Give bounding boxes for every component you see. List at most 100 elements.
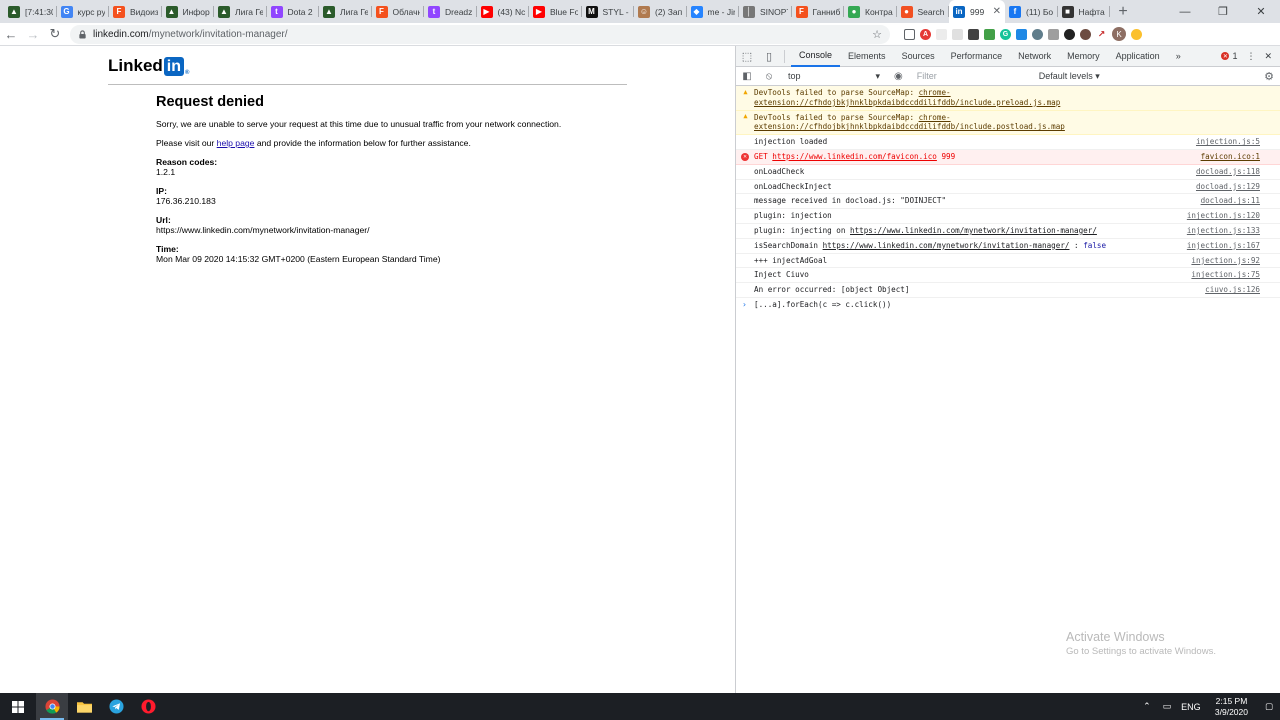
- taskbar-file-explorer[interactable]: [68, 693, 100, 720]
- console-message: ✕ GET https://www.linkedin.com/favicon.ic…: [736, 149, 1280, 165]
- message-link[interactable]: https://www.linkedin.com/mynetwork/invit…: [823, 241, 1070, 250]
- browser-tab[interactable]: F Видоиз: [109, 0, 162, 23]
- message-source-link[interactable]: docload.js:118: [1196, 167, 1260, 177]
- inspect-element-icon[interactable]: ⬚: [736, 50, 758, 63]
- devtools-tab-sources[interactable]: Sources: [894, 46, 943, 67]
- browser-tab[interactable]: │ SINOPT: [739, 0, 792, 23]
- linkedin-logo[interactable]: Linked in ®: [108, 56, 189, 76]
- address-bar[interactable]: linkedin.com/mynetwork/invitation-manage…: [70, 24, 890, 44]
- eye-extension-icon[interactable]: [1064, 28, 1075, 40]
- devtools-tab-console[interactable]: Console: [791, 46, 841, 67]
- clear-console-icon[interactable]: ⦸: [758, 71, 780, 82]
- browser-tab[interactable]: f (11) Бо: [1005, 0, 1058, 23]
- message-source-link[interactable]: injection.js:92: [1191, 256, 1260, 266]
- console-filter-input[interactable]: Filter: [913, 71, 1029, 81]
- grammarly-extension-icon[interactable]: G: [1000, 28, 1011, 40]
- devtools-close-icon[interactable]: ✕: [1264, 51, 1272, 62]
- message-source-link[interactable]: docload.js:129: [1196, 182, 1260, 192]
- browser-tab[interactable]: ▲ [7:41:30: [4, 0, 57, 23]
- bookmark-star-icon[interactable]: ☆: [872, 28, 882, 41]
- tray-expand-icon[interactable]: ⌃: [1137, 701, 1157, 712]
- adblock-extension-icon[interactable]: A: [920, 28, 931, 40]
- update-extension-icon[interactable]: ↗: [1096, 28, 1107, 40]
- message-text: DevTools failed to parse SourceMap:: [754, 88, 919, 97]
- browser-tab[interactable]: t Dota 2: [267, 0, 320, 23]
- browser-tab[interactable]: in 999 ✕: [949, 0, 1005, 23]
- devtools-tab-network[interactable]: Network: [1010, 46, 1059, 67]
- console-sidebar-icon[interactable]: ◧: [736, 71, 758, 82]
- forward-icon[interactable]: →: [22, 27, 44, 42]
- live-expression-icon[interactable]: ◉: [894, 71, 903, 82]
- notification-icon[interactable]: ▢: [1258, 701, 1280, 712]
- message-source-link[interactable]: favicon.ico:1: [1201, 152, 1260, 162]
- dark-extension-icon[interactable]: [968, 28, 979, 40]
- blue-extension-icon[interactable]: [1016, 28, 1027, 40]
- taskbar-chrome[interactable]: [36, 693, 68, 720]
- grey-extension-icon[interactable]: [952, 28, 963, 40]
- browser-tab[interactable]: ▶ (43) Nc: [477, 0, 530, 23]
- message-source-link[interactable]: injection.js:133: [1187, 226, 1260, 236]
- green-extension-icon[interactable]: [984, 28, 995, 40]
- pocket-extension-icon[interactable]: [904, 28, 915, 40]
- console-prompt[interactable]: › [...a].forEach(c => c.click()): [736, 298, 1280, 312]
- devtools-menu-icon[interactable]: ⋮: [1246, 51, 1255, 62]
- console-settings-gear-icon[interactable]: ⚙: [1264, 70, 1280, 83]
- yellow-extension-icon[interactable]: [1131, 28, 1142, 40]
- browser-tab[interactable]: ☺ (2) Зап: [634, 0, 687, 23]
- tab-title: SINOPT: [760, 6, 788, 17]
- back-icon[interactable]: ←: [0, 27, 22, 42]
- lock-icon[interactable]: [78, 29, 87, 39]
- taskbar-telegram[interactable]: [100, 693, 132, 720]
- tab-close-icon[interactable]: ✕: [993, 6, 1001, 17]
- console-message: +++ injectAdGoal injection.js:92: [736, 254, 1280, 269]
- browser-tab[interactable]: ▶ Blue Fo: [529, 0, 582, 23]
- error-count-badge[interactable]: ✕ 1: [1221, 51, 1237, 61]
- browser-tab[interactable]: ◆ me - Jir: [687, 0, 740, 23]
- round-extension-icon[interactable]: [1032, 28, 1043, 40]
- minimize-icon[interactable]: —: [1166, 0, 1204, 23]
- log-levels-dropdown[interactable]: Default levels ▾: [1039, 71, 1100, 82]
- message-source-link[interactable]: ciuvo.js:126: [1205, 285, 1260, 295]
- browser-tab[interactable]: t Dreadz: [424, 0, 477, 23]
- maximize-icon[interactable]: ❐: [1204, 0, 1242, 23]
- browser-tab[interactable]: ▲ Лига Ге: [319, 0, 372, 23]
- close-window-icon[interactable]: ✕: [1242, 0, 1280, 23]
- message-link[interactable]: https://www.linkedin.com/mynetwork/invit…: [850, 226, 1097, 235]
- blank-extension-icon[interactable]: [936, 28, 947, 40]
- language-indicator[interactable]: ENG: [1177, 702, 1205, 712]
- browser-tab[interactable]: F Ганниб: [792, 0, 845, 23]
- devtools-tab-performance[interactable]: Performance: [943, 46, 1011, 67]
- taskbar-opera[interactable]: [132, 693, 164, 720]
- browser-tab[interactable]: ▲ Лига Ге: [214, 0, 267, 23]
- tab-favicon-icon: G: [60, 5, 73, 18]
- browser-tab[interactable]: Gкурс руб: [57, 0, 110, 23]
- browser-tab[interactable]: ● Search: [897, 0, 950, 23]
- context-selector[interactable]: top ▾: [784, 71, 884, 82]
- devtools-tab-memory[interactable]: Memory: [1059, 46, 1108, 67]
- browser-tab[interactable]: ● Контра: [844, 0, 897, 23]
- clock[interactable]: 2:15 PM 3/9/2020: [1205, 696, 1258, 718]
- tab-title: Лига Ге: [340, 6, 368, 17]
- message-link[interactable]: https://www.linkedin.com/favicon.ico: [772, 152, 937, 161]
- reload-icon[interactable]: ↻: [44, 26, 66, 42]
- message-source-link[interactable]: injection.js:75: [1191, 270, 1260, 280]
- browser-tab[interactable]: M STYL -: [582, 0, 635, 23]
- more-tabs-button[interactable]: »: [1168, 46, 1189, 67]
- new-tab-button[interactable]: +: [1110, 0, 1136, 23]
- message-source-link[interactable]: docload.js:11: [1201, 196, 1260, 206]
- brown-extension-icon[interactable]: [1080, 28, 1091, 40]
- browser-tab[interactable]: F Облачн: [372, 0, 425, 23]
- network-icon[interactable]: ▭: [1157, 701, 1177, 712]
- message-source-link[interactable]: injection.js:120: [1187, 211, 1260, 221]
- wing-extension-icon[interactable]: [1048, 28, 1059, 40]
- windows-start-button[interactable]: [0, 693, 36, 720]
- profile-avatar[interactable]: K: [1112, 27, 1126, 41]
- devtools-tab-application[interactable]: Application: [1108, 46, 1168, 67]
- message-source-link[interactable]: injection.js:5: [1196, 137, 1260, 147]
- device-toolbar-icon[interactable]: ▯: [758, 50, 780, 63]
- devtools-tab-elements[interactable]: Elements: [840, 46, 894, 67]
- browser-tab[interactable]: ▲ Инфор: [162, 0, 215, 23]
- help-page-link[interactable]: help page: [217, 138, 255, 148]
- message-source-link[interactable]: injection.js:167: [1187, 241, 1260, 251]
- browser-tab[interactable]: ■ Нафта: [1058, 0, 1111, 23]
